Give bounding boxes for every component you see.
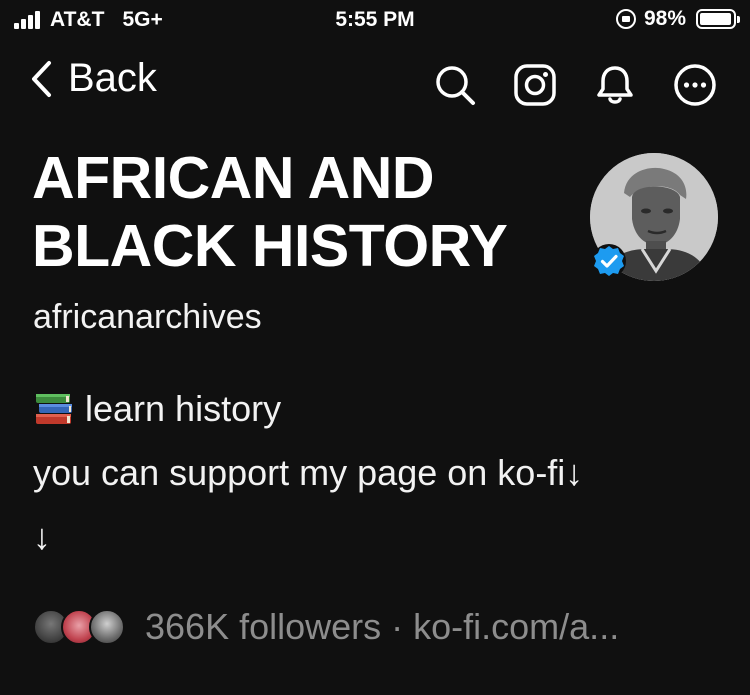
- follower-avatar: [89, 609, 125, 645]
- verified-check-icon: [592, 244, 626, 278]
- search-button[interactable]: [432, 62, 478, 108]
- bio-line: learn history: [33, 388, 281, 430]
- bio-text-2: you can support my page on ko-fi↓: [33, 452, 584, 493]
- status-right: 98%: [615, 7, 740, 31]
- back-button[interactable]: Back: [30, 56, 157, 101]
- orientation-lock-icon: [615, 9, 636, 29]
- more-icon: [674, 64, 716, 106]
- instagram-button[interactable]: [512, 62, 558, 108]
- followers-row: 366K followers · ko-fi.com/a...: [33, 606, 619, 648]
- follower-avatars[interactable]: [33, 607, 133, 647]
- back-label: Back: [68, 56, 157, 100]
- status-bar: AT&T 5G+ 5:55 PM 98%: [0, 0, 750, 40]
- bio-text-1: learn history: [85, 388, 282, 429]
- battery-icon: [696, 9, 740, 29]
- verified-badge: [591, 243, 627, 279]
- bio-text-3: ↓: [33, 516, 51, 557]
- books-icon: [36, 394, 72, 424]
- more-button[interactable]: [672, 62, 718, 108]
- nav-actions: [398, 62, 718, 108]
- instagram-icon: [514, 64, 556, 106]
- battery-percent: 98%: [643, 7, 686, 30]
- search-icon: [436, 66, 475, 105]
- separator: ·: [391, 606, 404, 647]
- followers-count[interactable]: 366K followers: [145, 606, 381, 648]
- nav-bar: Back: [0, 50, 750, 114]
- profile-name: AFRICAN AND BLACK HISTORY: [32, 145, 508, 279]
- profile-link[interactable]: ko-fi.com/a...: [413, 606, 619, 648]
- bell-icon: [597, 66, 633, 104]
- battery-fill: [700, 13, 732, 25]
- chevron-left-icon: [32, 60, 51, 97]
- notifications-button[interactable]: [592, 62, 638, 108]
- username: africanarchives: [33, 298, 262, 336]
